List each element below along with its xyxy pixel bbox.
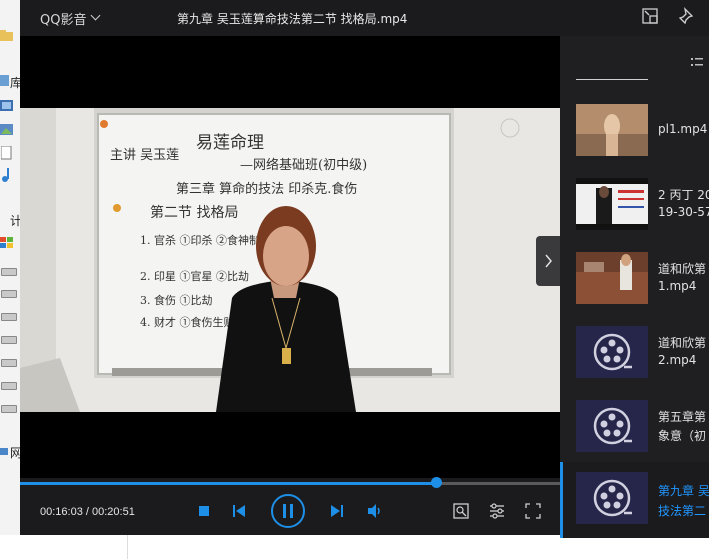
drive-icon	[1, 405, 17, 413]
playlist-item[interactable]: pl1.mp4	[560, 96, 709, 162]
thumbnail-image	[576, 178, 648, 230]
video-frame: 主讲 吴玉莲 易莲命理 —网络基础班(初中级) 第三章 算命的技法 印杀克.食伤…	[20, 108, 560, 412]
playlist-item[interactable]: 道和欣第 2.mp4	[560, 318, 709, 384]
playlist-item-subtitle: 技法第二	[658, 504, 707, 518]
previous-icon[interactable]	[232, 504, 246, 518]
drive-icon	[1, 336, 17, 344]
next-icon[interactable]	[330, 504, 344, 518]
chevron-right-icon[interactable]	[536, 236, 560, 286]
folder-icon	[0, 28, 22, 44]
film-reel-icon	[576, 400, 648, 452]
playlist-item-subtitle: 2.mp4	[658, 353, 697, 367]
drive-icon	[1, 382, 17, 390]
documents-icon	[0, 146, 22, 162]
drive-icon	[1, 359, 17, 367]
progress-bar[interactable]	[20, 477, 560, 488]
playlist-panel: pl1.mp4 2 丙丁 20 19-30-57 道和欣第 1.mp4 道和欣第…	[560, 36, 709, 538]
progress-handle[interactable]	[430, 477, 442, 488]
playlist-toggle-button[interactable]	[536, 236, 560, 286]
chevron-down-icon[interactable]	[90, 10, 101, 21]
background-explorer-status	[0, 535, 709, 559]
playlist-item-title: pl1.mp4	[658, 122, 708, 136]
playlist-item-title: 2 丙丁 20	[658, 188, 709, 202]
playlist-item-title: 第五章第	[658, 410, 707, 424]
mini-mode-icon[interactable]	[641, 7, 659, 25]
volume-icon[interactable]	[367, 503, 383, 519]
playlist-item-active[interactable]: 第九章 吴 技法第二	[560, 462, 709, 538]
playlist-item-subtitle: 象意（初	[658, 429, 707, 443]
playlist-item[interactable]: 第五章第 象意（初	[560, 392, 709, 458]
music-icon	[0, 168, 22, 184]
active-indicator	[560, 462, 563, 538]
fullscreen-icon[interactable]	[525, 503, 541, 519]
film-reel-icon	[576, 472, 648, 524]
stop-icon[interactable]	[198, 505, 210, 517]
playlist-item[interactable]: 道和欣第 1.mp4	[560, 244, 709, 310]
presenter-figure	[216, 206, 356, 412]
thumbnail-image	[576, 104, 648, 156]
library-icon: 库	[0, 74, 22, 90]
drive-icon	[1, 268, 17, 276]
progress-fill	[20, 482, 436, 485]
playlist-item[interactable]: 2 丙丁 20 19-30-57	[560, 170, 709, 236]
playlist-item-title: 道和欣第	[658, 262, 707, 276]
video-title: 第九章 吴玉莲算命技法第二节 找格局.mp4	[177, 12, 408, 26]
system-drive-icon	[0, 236, 22, 252]
video-viewport[interactable]: 主讲 吴玉莲 易莲命理 —网络基础班(初中级) 第三章 算命的技法 印杀克.食伤…	[20, 36, 560, 478]
playlist-item-title: 第九章 吴	[658, 484, 709, 498]
playlist-tab-underline	[576, 79, 648, 80]
pause-icon[interactable]	[270, 493, 306, 529]
pin-icon[interactable]	[678, 7, 696, 25]
computer-icon: 计	[0, 212, 22, 228]
playlist-item-title: 道和欣第	[658, 336, 707, 350]
drive-icon	[1, 290, 17, 298]
title-bar[interactable]: QQ影音 第九章 吴玉莲算命技法第二节 找格局.mp4	[20, 0, 709, 36]
time-display: 00:16:03 / 00:20:51	[40, 506, 135, 518]
app-menu-button[interactable]: QQ影音	[40, 9, 86, 28]
playlist-item-subtitle: 19-30-57	[658, 205, 709, 219]
film-reel-icon	[576, 326, 648, 378]
playlist-item-subtitle: 1.mp4	[658, 279, 697, 293]
settings-sliders-icon[interactable]	[489, 503, 505, 519]
network-icon: 网	[0, 444, 22, 460]
list-view-icon[interactable]	[690, 56, 704, 70]
drive-icon	[1, 313, 17, 321]
pictures-icon	[0, 122, 22, 138]
player-window: QQ影音 第九章 吴玉莲算命技法第二节 找格局.mp4 主讲 吴玉莲 易莲命理 …	[20, 0, 709, 538]
videos-icon	[0, 98, 22, 114]
thumbnail-image	[576, 252, 648, 304]
screenshot-icon[interactable]	[453, 503, 469, 519]
